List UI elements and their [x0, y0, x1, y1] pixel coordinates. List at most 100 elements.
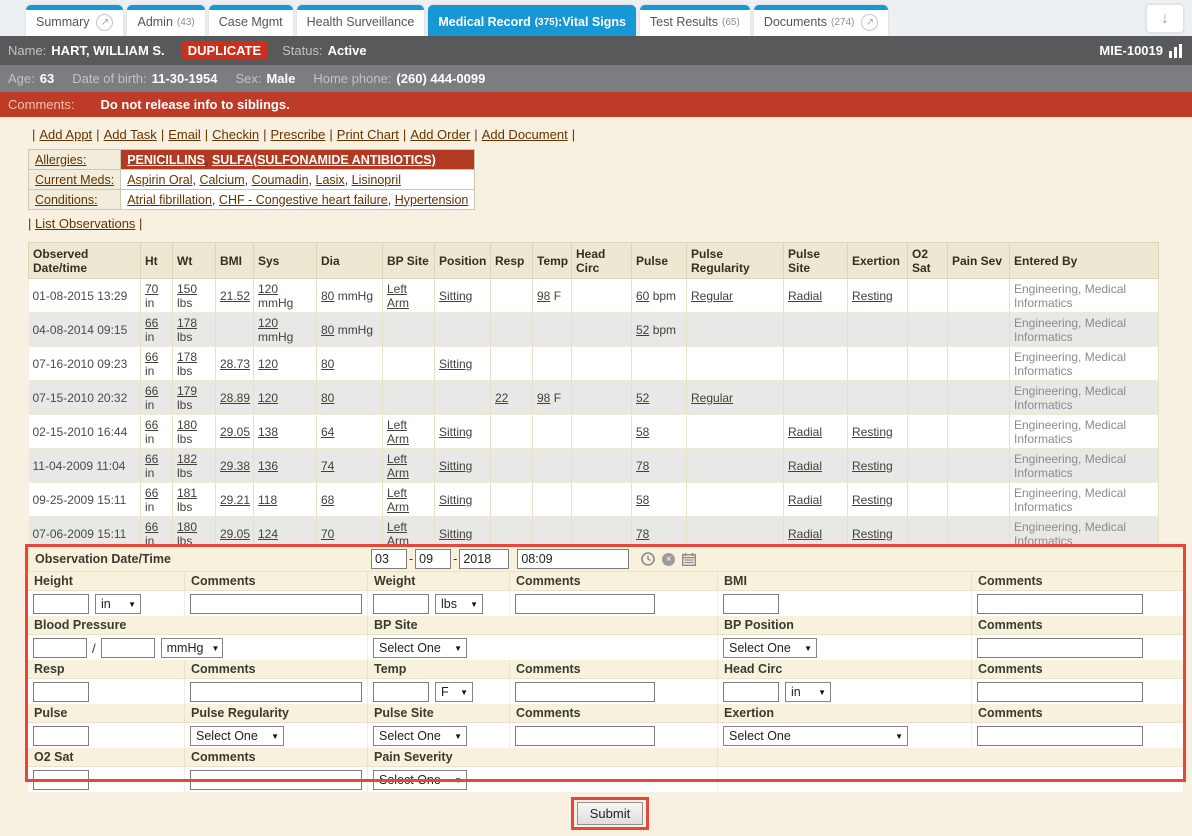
bp-systolic-input[interactable]	[33, 638, 87, 658]
obs-value-link[interactable]: 66	[145, 350, 158, 364]
obs-value-link[interactable]: 52	[636, 323, 649, 337]
pulse-input[interactable]	[33, 726, 89, 746]
obs-value-link[interactable]: 28.89	[220, 391, 250, 405]
obs-value-link[interactable]: Resting	[852, 459, 893, 473]
obs-value-link[interactable]: Sitting	[439, 493, 472, 507]
obs-value-link[interactable]: 120	[258, 282, 278, 296]
comments-comments-input[interactable]	[515, 594, 655, 614]
o2-sat-input[interactable]	[33, 770, 89, 790]
obs-value-link[interactable]: 180	[177, 418, 197, 432]
obs-value-link[interactable]: 178	[177, 316, 197, 330]
tab-documents[interactable]: Documents(274)↗	[754, 5, 889, 36]
obs-value-link[interactable]: 66	[145, 486, 158, 500]
bp-unit-select[interactable]: mmHg▼	[161, 638, 223, 658]
clock-icon[interactable]	[641, 552, 655, 566]
tab-summary[interactable]: Summary↗	[26, 5, 123, 36]
tab-health-surveillance[interactable]: Health Surveillance	[297, 5, 425, 36]
summary-item-lasix[interactable]: Lasix	[316, 173, 345, 187]
summary-item-calcium[interactable]: Calcium	[199, 173, 244, 187]
action-link-prescribe[interactable]: Prescribe	[270, 127, 325, 142]
obs-value-link[interactable]: 180	[177, 520, 197, 534]
summary-item-lisinopril[interactable]: Lisinopril	[352, 173, 401, 187]
comments-comments-input[interactable]	[977, 638, 1143, 658]
day-input[interactable]	[415, 549, 451, 569]
obs-value-link[interactable]: 22	[495, 391, 508, 405]
summary-label-link-conditions[interactable]: Conditions:	[35, 193, 98, 207]
year-input[interactable]	[459, 549, 509, 569]
obs-value-link[interactable]: Radial	[788, 527, 822, 541]
obs-value-link[interactable]: 66	[145, 384, 158, 398]
obs-value-link[interactable]: 118	[258, 493, 277, 507]
summary-item-hypertension[interactable]: Hypertension	[395, 193, 469, 207]
action-link-add-appt[interactable]: Add Appt	[39, 127, 92, 142]
obs-value-link[interactable]: Left Arm	[387, 452, 409, 480]
obs-value-link[interactable]: 64	[321, 425, 334, 439]
obs-value-link[interactable]: Regular	[691, 289, 733, 303]
calendar-icon[interactable]	[682, 553, 696, 566]
obs-value-link[interactable]: 80	[321, 289, 334, 303]
obs-value-link[interactable]: Resting	[852, 289, 893, 303]
summary-item-atrial-fibrillation[interactable]: Atrial fibrillation	[127, 193, 212, 207]
pulse-regularity-select[interactable]: Select One▼	[190, 726, 284, 746]
obs-value-link[interactable]: 70	[321, 527, 334, 541]
action-link-print-chart[interactable]: Print Chart	[337, 127, 399, 142]
obs-value-link[interactable]: 29.38	[220, 459, 250, 473]
obs-value-link[interactable]: Radial	[788, 425, 822, 439]
submit-button[interactable]: Submit	[577, 802, 643, 825]
obs-value-link[interactable]: 136	[258, 459, 278, 473]
head-circ-unit-select[interactable]: in▼	[785, 682, 831, 702]
obs-value-link[interactable]: Radial	[788, 459, 822, 473]
comments-comments-input[interactable]	[515, 726, 655, 746]
obs-value-link[interactable]: Regular	[691, 391, 733, 405]
bp-position-select[interactable]: Select One▼	[723, 638, 817, 658]
summary-item-aspirin-oral[interactable]: Aspirin Oral	[127, 173, 192, 187]
obs-value-link[interactable]: 78	[636, 527, 649, 541]
obs-value-link[interactable]: 120	[258, 391, 278, 405]
obs-value-link[interactable]: 58	[636, 493, 649, 507]
obs-value-link[interactable]: Left Arm	[387, 520, 409, 547]
download-button[interactable]: ↓	[1146, 4, 1184, 33]
obs-value-link[interactable]: Sitting	[439, 459, 472, 473]
weight-unit-select[interactable]: lbs▼	[435, 594, 483, 614]
obs-value-link[interactable]: Resting	[852, 493, 893, 507]
obs-value-link[interactable]: 181	[177, 486, 197, 500]
time-input[interactable]	[517, 549, 629, 569]
obs-value-link[interactable]: 120	[258, 357, 278, 371]
comments-comments-input[interactable]	[515, 682, 655, 702]
obs-value-link[interactable]: Sitting	[439, 357, 472, 371]
obs-value-link[interactable]: 80	[321, 391, 334, 405]
obs-value-link[interactable]: 68	[321, 493, 334, 507]
obs-value-link[interactable]: Sitting	[439, 425, 472, 439]
resp-input[interactable]	[33, 682, 89, 702]
obs-value-link[interactable]: 66	[145, 520, 158, 534]
action-link-add-document[interactable]: Add Document	[482, 127, 568, 142]
tab-admin[interactable]: Admin(43)	[127, 5, 204, 36]
action-link-email[interactable]: Email	[168, 127, 201, 142]
comments-comments-input[interactable]	[977, 726, 1143, 746]
bp-site-select[interactable]: Select One▼	[373, 638, 467, 658]
comments-comments-input[interactable]	[190, 682, 362, 702]
obs-value-link[interactable]: 179	[177, 384, 197, 398]
obs-value-link[interactable]: 21.52	[220, 289, 250, 303]
comments-comments-input[interactable]	[190, 594, 362, 614]
obs-value-link[interactable]: Radial	[788, 289, 822, 303]
obs-value-link[interactable]: 80	[321, 357, 334, 371]
obs-value-link[interactable]: 80	[321, 323, 334, 337]
obs-value-link[interactable]: Left Arm	[387, 418, 409, 446]
action-link-add-task[interactable]: Add Task	[104, 127, 157, 142]
jump-icon[interactable]: ↗	[861, 14, 878, 31]
obs-value-link[interactable]: 66	[145, 316, 158, 330]
pulse-site-select[interactable]: Select One▼	[373, 726, 467, 746]
obs-value-link[interactable]: 124	[258, 527, 278, 541]
weight-input[interactable]	[373, 594, 429, 614]
summary-item-sulfa-sulfonamide-antibiotics[interactable]: SULFA(SULFONAMIDE ANTIBIOTICS)	[212, 153, 436, 167]
jump-icon[interactable]: ↗	[96, 14, 113, 31]
action-link-add-order[interactable]: Add Order	[410, 127, 470, 142]
obs-value-link[interactable]: 98	[537, 391, 550, 405]
obs-value-link[interactable]: 78	[636, 459, 649, 473]
clear-icon[interactable]: ×	[662, 553, 675, 566]
obs-value-link[interactable]: 138	[258, 425, 278, 439]
chart-icon[interactable]	[1169, 44, 1184, 58]
temp-unit-select[interactable]: F▼	[435, 682, 473, 702]
temp-input[interactable]	[373, 682, 429, 702]
